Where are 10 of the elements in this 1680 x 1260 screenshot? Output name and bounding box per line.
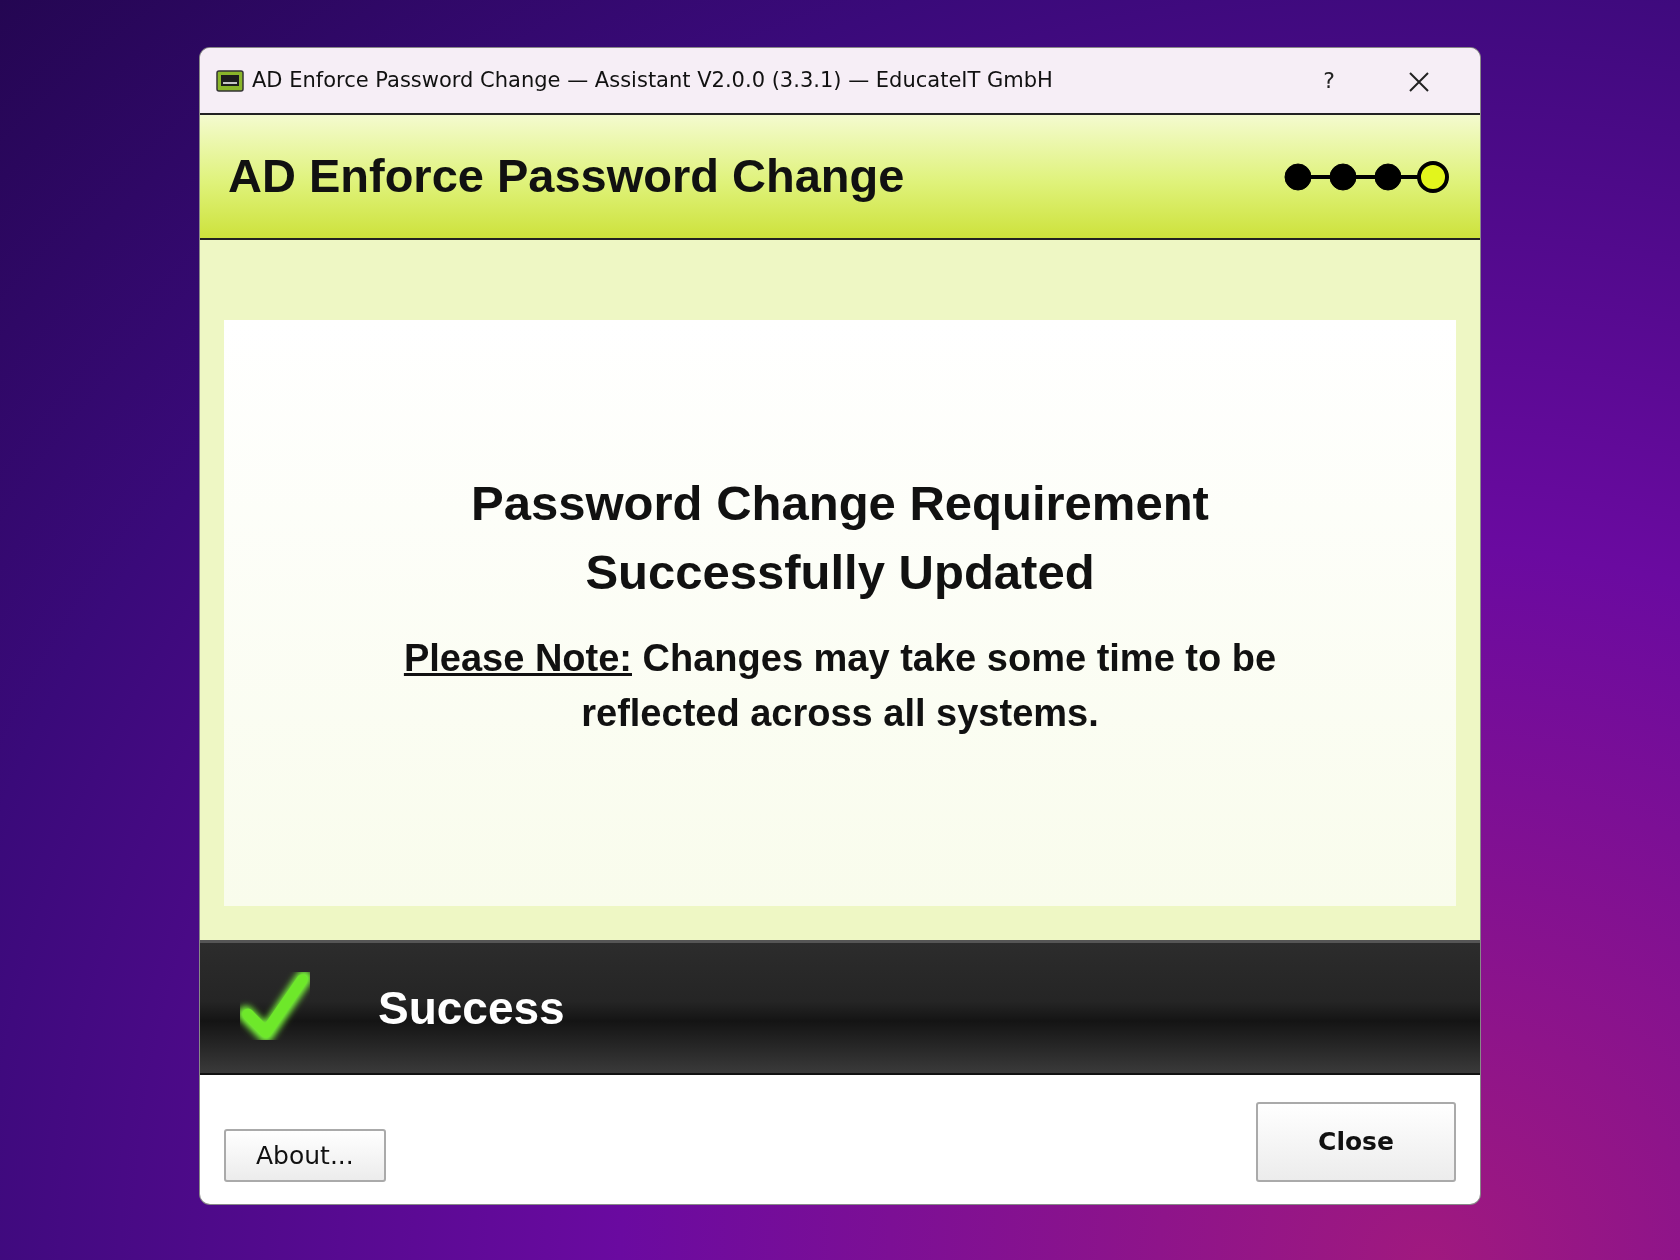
about-button[interactable]: About... xyxy=(224,1128,386,1182)
close-icon xyxy=(1408,71,1430,93)
window-title: AD Enforce Password Change — Assistant V2.0.0 (3.3.1) — EducateIT GmbH xyxy=(252,66,1054,94)
message-heading: Password Change Requirement Successfully Updated xyxy=(470,475,1210,601)
status-text: Success xyxy=(378,980,565,1036)
help-button[interactable]: ? xyxy=(1284,63,1374,98)
app-icon xyxy=(216,68,244,93)
header-title: AD Enforce Password Change xyxy=(228,148,906,205)
note-text: Please Note: Changes may take some time to be reflected across all systems. xyxy=(402,635,1278,736)
close-dialog-button[interactable]: Close xyxy=(1256,1102,1456,1182)
